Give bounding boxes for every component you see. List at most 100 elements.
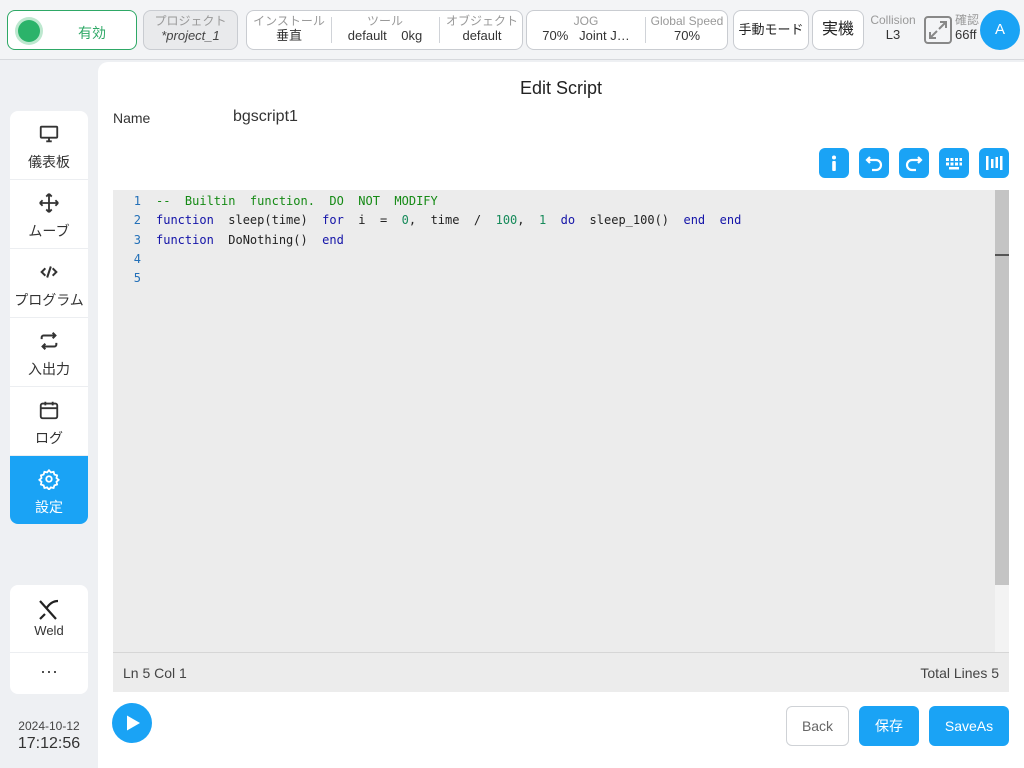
sidebar-item-label: プログラム	[14, 292, 84, 308]
editor-status-bar: Ln 5 Col 1 Total Lines 5	[113, 652, 1009, 692]
tool-label: ツール	[366, 14, 403, 28]
top-bar: 有効 プロジェクト *project_1 インストール 垂直 ツール defau…	[0, 0, 1024, 60]
sidebar-item-dashboard[interactable]: 儀表板	[10, 111, 88, 180]
weld-icon	[39, 599, 59, 620]
move-icon	[39, 193, 59, 213]
confirm-value: 66ff	[955, 26, 977, 42]
back-button[interactable]: Back	[786, 706, 849, 746]
sidebar-item-log[interactable]: ログ	[10, 387, 88, 456]
collision-label: Collision	[870, 13, 916, 27]
line-number: 4	[133, 251, 141, 266]
save-button[interactable]: 保存	[859, 706, 919, 746]
sidebar-item-label: ムーブ	[28, 223, 70, 239]
page-title: Edit Script	[519, 78, 603, 98]
play-button[interactable]	[112, 703, 152, 743]
scrollbar-thumb[interactable]	[995, 190, 1009, 585]
code-token: i =	[343, 213, 402, 228]
editor-toolbar	[819, 148, 1009, 178]
code-token: do	[560, 213, 576, 228]
redo-button[interactable]	[899, 148, 929, 178]
sidebar-nav: 儀表板 ムーブ プログラム 入出力 ログ 設定	[10, 111, 88, 524]
divider	[645, 17, 646, 43]
jog-settings[interactable]: JOG 70% Joint J… Global Speed 70%	[526, 10, 728, 50]
scrollbar-marker	[995, 254, 1009, 256]
save-as-button[interactable]: SaveAs	[929, 706, 1009, 746]
gear-icon	[38, 468, 60, 490]
sidebar-item-weld[interactable]: Weld	[10, 585, 88, 653]
script-name-value[interactable]: bgscript1	[233, 108, 298, 126]
play-icon	[127, 715, 140, 731]
code-token: function	[156, 213, 214, 228]
sidebar-extras: Weld ···	[10, 585, 88, 694]
current-date: 2024-10-12	[18, 719, 80, 733]
code-line[interactable]: 3 function DoNothing() end	[113, 231, 993, 250]
object-label: オブジェクト	[445, 14, 518, 28]
code-token: sleep_100()	[575, 213, 684, 228]
info-button[interactable]	[819, 148, 849, 178]
clock: 2024-10-12 17:12:56	[0, 719, 98, 753]
script-name-label: Name	[113, 110, 151, 126]
code-token: function	[156, 232, 214, 247]
current-time: 17:12:56	[17, 735, 81, 752]
confirm-indicator[interactable]: 確認 66ff	[955, 14, 981, 43]
code-token: , time /	[408, 213, 496, 228]
code-token: ,	[517, 213, 539, 228]
line-code: -- Builtin function. DO NOT MODIFY	[156, 192, 438, 211]
sidebar-item-program[interactable]: プログラム	[10, 249, 88, 318]
sidebar-item-settings[interactable]: 設定	[10, 456, 88, 524]
editor-scrollbar[interactable]	[995, 190, 1009, 690]
install-settings[interactable]: インストール 垂直 ツール default 0kg オブジェクト default	[246, 10, 523, 50]
project-selector[interactable]: プロジェクト *project_1	[143, 10, 238, 50]
collision-indicator[interactable]: Collision L3	[868, 13, 918, 43]
line-number: 1	[133, 194, 141, 208]
status-toggle[interactable]: 有効	[7, 10, 137, 50]
manual-mode-button[interactable]: 手動モード	[733, 10, 809, 50]
global-speed-label: Global Speed	[650, 14, 724, 28]
sidebar-item-io[interactable]: 入出力	[10, 318, 88, 387]
project-label: プロジェクト	[154, 14, 227, 28]
columns-button[interactable]	[979, 148, 1009, 178]
code-token: end	[322, 232, 344, 247]
real-machine-button[interactable]: 実機	[812, 10, 864, 50]
code-token: sleep(time)	[213, 213, 323, 228]
sidebar-item-label: Weld	[34, 623, 64, 638]
total-lines: Total Lines 5	[920, 665, 999, 681]
code-line[interactable]: 1 -- Builtin function. DO NOT MODIFY	[113, 192, 993, 211]
code-line[interactable]: 2 function sleep(time) for i = 0, time / …	[113, 211, 993, 230]
sidebar-item-move[interactable]: ムーブ	[10, 180, 88, 249]
code-token: end	[719, 213, 742, 228]
sidebar-item-label: 設定	[35, 499, 63, 515]
avatar[interactable]: A	[980, 10, 1020, 50]
expand-icon[interactable]	[924, 16, 952, 44]
monitor-icon	[39, 125, 59, 143]
line-code: function sleep(time) for i = 0, time / 1…	[156, 211, 741, 230]
code-editor[interactable]: 1 -- Builtin function. DO NOT MODIFY 2 func…	[113, 190, 1009, 690]
calendar-icon	[39, 401, 59, 420]
io-icon	[40, 332, 58, 350]
more-icon[interactable]: ···	[10, 653, 88, 693]
undo-button[interactable]	[859, 148, 889, 178]
columns-icon	[986, 156, 1003, 170]
edit-script-panel: Edit Script Name bgscript1 1 -- Builtin f…	[98, 62, 1024, 768]
divider	[331, 17, 332, 43]
code-line[interactable]: 5	[113, 269, 993, 288]
object-value: default	[462, 27, 502, 43]
line-code: function DoNothing() end	[156, 231, 344, 250]
status-label: 有効	[78, 25, 106, 41]
keyboard-button[interactable]	[939, 148, 969, 178]
project-value: *project_1	[161, 27, 220, 43]
sidebar-item-label: 儀表板	[28, 154, 70, 170]
code-token: 100	[495, 213, 518, 228]
install-label: インストール	[253, 14, 325, 28]
sidebar-item-label: ログ	[35, 430, 63, 446]
code-token: -- Builtin function. DO NOT MODIFY	[156, 194, 438, 208]
jog-label: JOG	[573, 14, 599, 28]
code-line[interactable]: 4	[113, 250, 993, 269]
line-number: 5	[133, 271, 141, 286]
code-token: DoNothing()	[213, 232, 323, 247]
install-value: 垂直	[275, 27, 302, 43]
code-token: 0	[401, 213, 409, 228]
cursor-position: Ln 5 Col 1	[123, 665, 187, 681]
